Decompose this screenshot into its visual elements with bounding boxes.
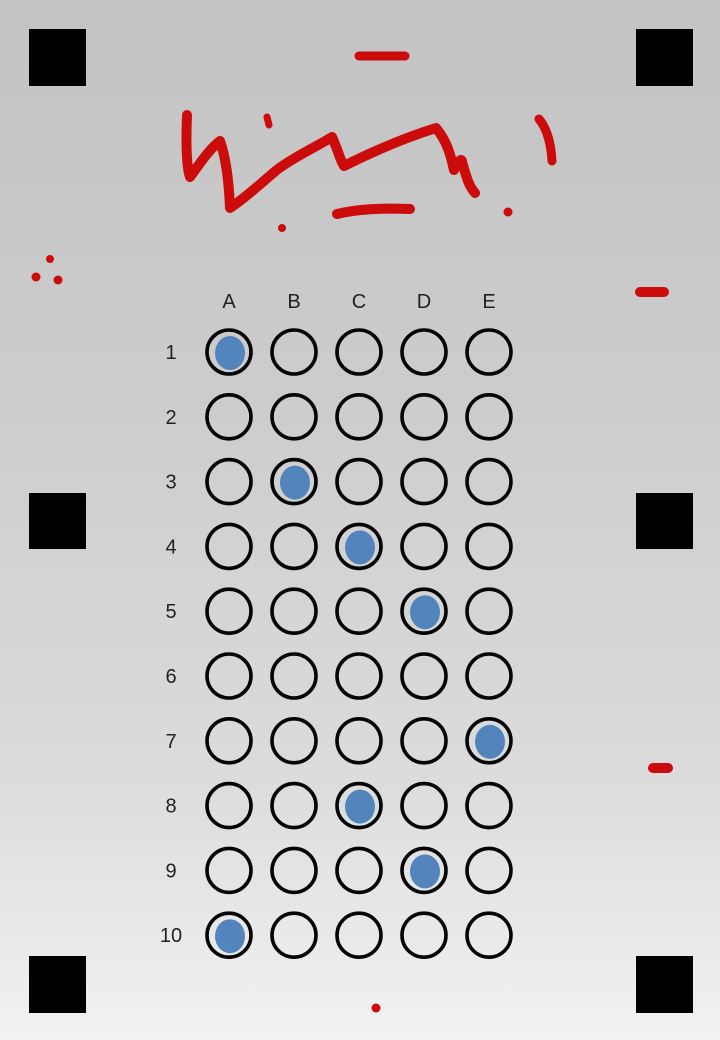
column-labels: A B C D E	[222, 291, 495, 313]
row-label-10: 10	[160, 925, 182, 947]
filled-mark-9-d	[410, 854, 440, 889]
filled-mark-1-a	[215, 336, 245, 370]
column-label-a: A	[222, 291, 236, 313]
bubble-9-c[interactable]	[335, 846, 383, 895]
filled-mark-8-c	[345, 789, 375, 824]
bubble-1-c[interactable]	[335, 328, 383, 376]
bubble-3-c[interactable]	[335, 457, 383, 506]
column-label-d: D	[417, 291, 431, 313]
bubble-1-b[interactable]	[270, 328, 318, 376]
bubble-4-d[interactable]	[400, 522, 448, 571]
bubble-8-a[interactable]	[205, 781, 253, 830]
bubble-8-d[interactable]	[400, 781, 448, 830]
bubble-6-a[interactable]	[205, 652, 253, 700]
row-label-4: 4	[165, 536, 176, 558]
row-label-2: 2	[165, 407, 176, 429]
row-label-7: 7	[165, 731, 176, 753]
bubble-9-e[interactable]	[465, 846, 513, 895]
row-label-8: 8	[165, 796, 176, 818]
filled-mark-5-d	[410, 595, 440, 630]
column-label-b: B	[287, 291, 300, 313]
bubble-4-b[interactable]	[270, 522, 318, 571]
bubble-6-e[interactable]	[465, 652, 513, 700]
bubble-3-a[interactable]	[205, 457, 253, 506]
bubble-5-b[interactable]	[270, 587, 318, 636]
bubble-2-b[interactable]	[270, 392, 318, 441]
bubble-7-d[interactable]	[400, 716, 448, 765]
bubble-10-e[interactable]	[465, 911, 513, 960]
bubble-8-e[interactable]	[465, 781, 513, 830]
bubble-6-d[interactable]	[400, 652, 448, 700]
row-label-1: 1	[165, 342, 176, 364]
filled-mark-7-e	[475, 724, 505, 759]
bubble-9-b[interactable]	[270, 846, 318, 895]
bubble-4-e[interactable]	[465, 522, 513, 571]
filled-mark-3-b	[280, 465, 310, 500]
bubble-6-c[interactable]	[335, 652, 383, 700]
filled-mark-4-c	[345, 530, 375, 565]
bubble-2-d[interactable]	[400, 392, 448, 441]
row-labels: 1 2 3 4 5 6 7 8 9 10	[160, 342, 182, 947]
column-label-c: C	[352, 291, 366, 313]
bubble-9-a[interactable]	[205, 846, 253, 895]
bubble-10-d[interactable]	[400, 911, 448, 960]
answer-sheet: A B C D E 1 2 3 4 5 6 7 8 9 10	[31, 51, 673, 1013]
filled-mark-10-a	[215, 919, 245, 954]
bubble-5-c[interactable]	[335, 587, 383, 636]
row-label-6: 6	[165, 666, 176, 688]
row-label-9: 9	[165, 860, 176, 882]
bubble-4-a[interactable]	[205, 522, 253, 571]
bubble-6-b[interactable]	[270, 652, 318, 700]
bubble-5-a[interactable]	[205, 587, 253, 636]
column-label-e: E	[482, 291, 495, 313]
bubble-5-e[interactable]	[465, 587, 513, 636]
bubble-8-b[interactable]	[270, 781, 318, 830]
bubble-1-e[interactable]	[465, 328, 513, 376]
signature	[181, 51, 557, 219]
bubble-7-c[interactable]	[335, 716, 383, 765]
bubble-7-b[interactable]	[270, 716, 318, 765]
answer-grid	[205, 328, 513, 960]
row-label-5: 5	[165, 601, 176, 623]
bubble-2-c[interactable]	[335, 392, 383, 441]
bubble-1-d[interactable]	[400, 328, 448, 376]
bubble-2-e[interactable]	[465, 392, 513, 441]
bubble-3-d[interactable]	[400, 457, 448, 506]
row-label-3: 3	[165, 472, 176, 494]
bubble-2-a[interactable]	[205, 392, 253, 441]
bubble-3-e[interactable]	[465, 457, 513, 506]
bubble-7-a[interactable]	[205, 716, 253, 765]
bubble-10-c[interactable]	[335, 911, 383, 960]
bubble-10-b[interactable]	[270, 911, 318, 960]
